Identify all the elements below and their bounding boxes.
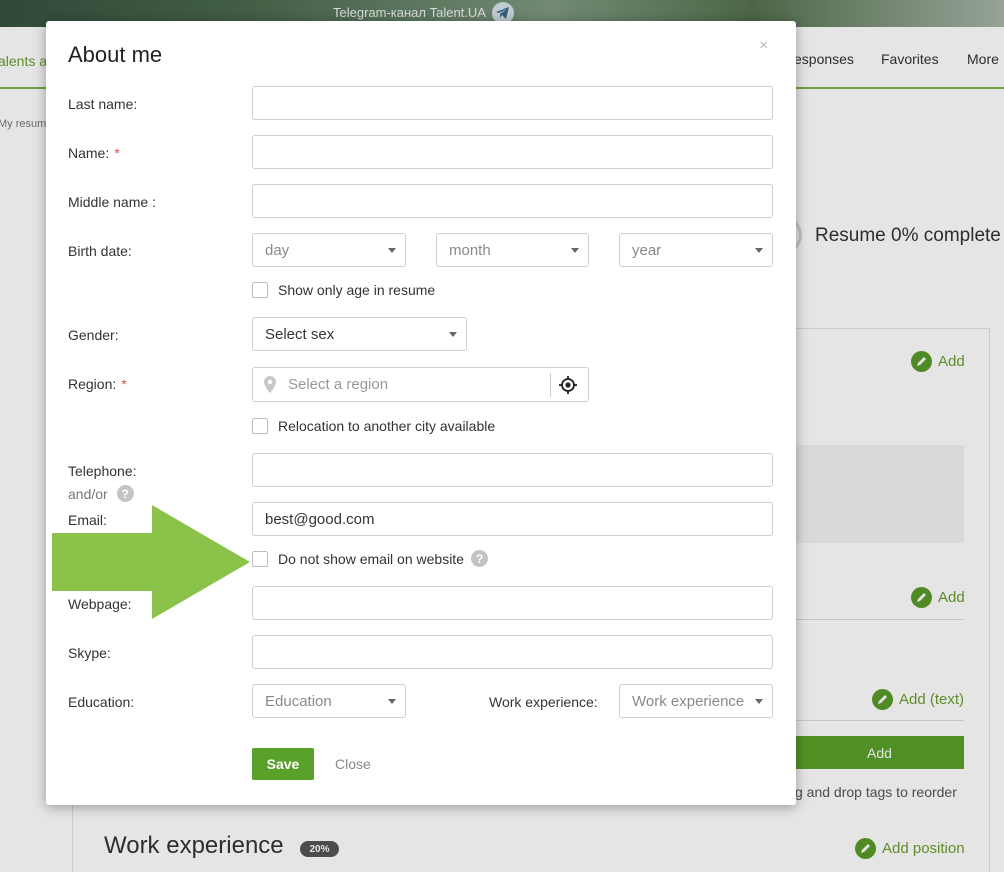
telephone-input[interactable] xyxy=(252,453,773,487)
hide-email-row: Do not show email on website ? xyxy=(252,550,488,567)
name-input[interactable] xyxy=(252,135,773,169)
chevron-down-icon xyxy=(449,332,457,337)
save-button[interactable]: Save xyxy=(252,748,314,780)
region-label: Region: * xyxy=(68,376,127,392)
middle-name-input[interactable] xyxy=(252,184,773,218)
webpage-input[interactable] xyxy=(252,586,773,620)
hide-email-label[interactable]: Do not show email on website xyxy=(278,551,464,567)
birth-date-label: Birth date: xyxy=(68,243,132,259)
telephone-label: Telephone: xyxy=(68,463,137,479)
gender-label: Gender: xyxy=(68,327,119,343)
email-input[interactable] xyxy=(252,502,773,536)
close-icon[interactable]: × xyxy=(759,37,768,55)
gender-value: Select sex xyxy=(265,325,335,343)
show-age-row: Show only age in resume xyxy=(252,282,435,298)
chevron-down-icon xyxy=(755,699,763,704)
help-icon[interactable]: ? xyxy=(116,485,134,502)
name-label-text: Name: xyxy=(68,145,110,161)
birth-day-select[interactable]: day xyxy=(252,233,406,267)
show-age-checkbox[interactable] xyxy=(252,282,268,298)
modal-title: About me xyxy=(68,42,163,67)
region-select[interactable]: Select a region xyxy=(252,367,589,402)
chevron-down-icon xyxy=(755,248,763,253)
and-or-text: and/or xyxy=(68,485,108,502)
region-label-text: Region: xyxy=(68,376,117,392)
education-value: Education xyxy=(265,692,332,710)
education-label: Education: xyxy=(68,694,135,710)
and-or-hint: and/or ? xyxy=(68,485,134,502)
about-me-modal: About me × Last name: Name: * Middle name… xyxy=(46,21,796,805)
chevron-down-icon xyxy=(571,248,579,253)
close-link[interactable]: Close xyxy=(335,756,371,772)
region-divider xyxy=(550,373,551,397)
education-select[interactable]: Education xyxy=(252,684,406,718)
birth-day-value: day xyxy=(265,241,290,259)
chevron-down-icon xyxy=(388,248,396,253)
middle-name-label: Middle name : xyxy=(68,194,156,210)
skype-label: Skype: xyxy=(68,645,111,661)
work-experience-select[interactable]: Work experience xyxy=(619,684,773,718)
birth-year-value: year xyxy=(632,241,662,259)
gender-select[interactable]: Select sex xyxy=(252,317,467,351)
region-placeholder: Select a region xyxy=(288,376,389,393)
locate-icon[interactable] xyxy=(559,376,577,399)
last-name-input[interactable] xyxy=(252,86,773,120)
map-pin-icon xyxy=(264,376,276,398)
show-age-label[interactable]: Show only age in resume xyxy=(278,282,435,298)
hide-email-checkbox[interactable] xyxy=(252,550,268,567)
required-mark: * xyxy=(114,145,120,161)
relocation-row: Relocation to another city available xyxy=(252,418,495,434)
help-icon[interactable]: ? xyxy=(471,550,488,567)
birth-month-value: month xyxy=(449,241,491,259)
name-label: Name: * xyxy=(68,145,120,161)
skype-input[interactable] xyxy=(252,635,773,669)
arrow-icon xyxy=(52,505,250,619)
relocation-label[interactable]: Relocation to another city available xyxy=(278,418,495,434)
relocation-checkbox[interactable] xyxy=(252,418,268,434)
work-experience-label: Work experience: xyxy=(489,694,598,710)
last-name-label: Last name: xyxy=(68,96,138,112)
work-experience-value: Work experience xyxy=(632,692,745,710)
birth-month-select[interactable]: month xyxy=(436,233,589,267)
required-mark: * xyxy=(121,376,127,392)
chevron-down-icon xyxy=(388,699,396,704)
birth-year-select[interactable]: year xyxy=(619,233,773,267)
